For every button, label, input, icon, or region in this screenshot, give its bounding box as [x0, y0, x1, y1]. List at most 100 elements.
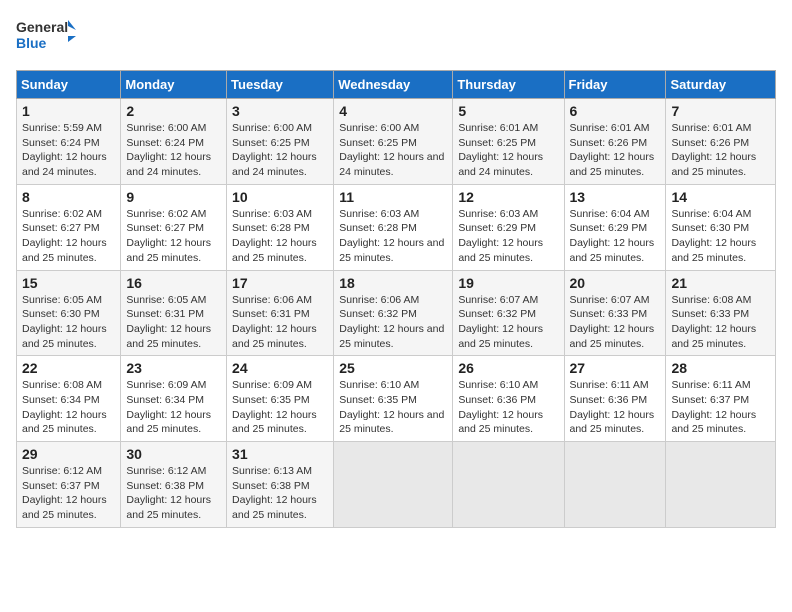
- day-number: 7: [671, 103, 770, 119]
- weekday-header: Wednesday: [334, 71, 453, 99]
- logo-svg: General Blue: [16, 16, 76, 58]
- calendar-cell: 5 Sunrise: 6:01 AMSunset: 6:25 PMDaylight…: [453, 99, 564, 185]
- weekday-header: Tuesday: [227, 71, 334, 99]
- day-number: 1: [22, 103, 115, 119]
- calendar-cell: 27Sunrise: 6:11 AMSunset: 6:36 PMDayligh…: [564, 356, 666, 442]
- calendar-cell: 18Sunrise: 6:06 AMSunset: 6:32 PMDayligh…: [334, 270, 453, 356]
- weekday-header: Saturday: [666, 71, 776, 99]
- day-number: 15: [22, 275, 115, 291]
- day-number: 28: [671, 360, 770, 376]
- day-info: Sunrise: 6:12 AMSunset: 6:37 PMDaylight:…: [22, 464, 115, 523]
- day-number: 22: [22, 360, 115, 376]
- page-header: General Blue: [16, 16, 776, 58]
- day-info: Sunrise: 6:03 AMSunset: 6:29 PMDaylight:…: [458, 207, 558, 266]
- day-number: 11: [339, 189, 447, 205]
- calendar-cell: 31 Sunrise: 6:13 AMSunset: 6:38 PMDayligh…: [227, 442, 334, 528]
- calendar-cell: 9 Sunrise: 6:02 AMSunset: 6:27 PMDaylight…: [121, 184, 227, 270]
- day-info: Sunrise: 6:00 AMSunset: 6:25 PMDaylight:…: [339, 121, 447, 180]
- day-info: Sunrise: 6:09 AMSunset: 6:35 PMDaylight:…: [232, 378, 328, 437]
- day-info: Sunrise: 6:07 AMSunset: 6:33 PMDaylight:…: [570, 293, 661, 352]
- day-info: Sunrise: 6:00 AMSunset: 6:25 PMDaylight:…: [232, 121, 328, 180]
- calendar-week-row: 1Sunrise: 5:59 AMSunset: 6:24 PMDaylight…: [17, 99, 776, 185]
- day-number: 17: [232, 275, 328, 291]
- calendar-cell: 3 Sunrise: 6:00 AMSunset: 6:25 PMDaylight…: [227, 99, 334, 185]
- weekday-header: Sunday: [17, 71, 121, 99]
- calendar-cell: [666, 442, 776, 528]
- calendar-cell: 15Sunrise: 6:05 AMSunset: 6:30 PMDayligh…: [17, 270, 121, 356]
- calendar-cell: 13 Sunrise: 6:04 AMSunset: 6:29 PMDayligh…: [564, 184, 666, 270]
- calendar-cell: [564, 442, 666, 528]
- day-number: 30: [126, 446, 221, 462]
- calendar-cell: 10 Sunrise: 6:03 AMSunset: 6:28 PMDayligh…: [227, 184, 334, 270]
- day-info: Sunrise: 6:06 AMSunset: 6:31 PMDaylight:…: [232, 293, 328, 352]
- calendar-cell: 1Sunrise: 5:59 AMSunset: 6:24 PMDaylight…: [17, 99, 121, 185]
- day-number: 4: [339, 103, 447, 119]
- calendar-table: SundayMondayTuesdayWednesdayThursdayFrid…: [16, 70, 776, 528]
- day-number: 2: [126, 103, 221, 119]
- day-number: 24: [232, 360, 328, 376]
- day-number: 23: [126, 360, 221, 376]
- day-number: 25: [339, 360, 447, 376]
- calendar-cell: 21Sunrise: 6:08 AMSunset: 6:33 PMDayligh…: [666, 270, 776, 356]
- calendar-cell: 28 Sunrise: 6:11 AMSunset: 6:37 PMDayligh…: [666, 356, 776, 442]
- calendar-cell: 16 Sunrise: 6:05 AMSunset: 6:31 PMDayligh…: [121, 270, 227, 356]
- day-number: 13: [570, 189, 661, 205]
- logo: General Blue: [16, 16, 76, 58]
- day-info: Sunrise: 6:05 AMSunset: 6:31 PMDaylight:…: [126, 293, 221, 352]
- day-number: 20: [570, 275, 661, 291]
- day-number: 16: [126, 275, 221, 291]
- day-info: Sunrise: 6:06 AMSunset: 6:32 PMDaylight:…: [339, 293, 447, 352]
- calendar-cell: 7 Sunrise: 6:01 AMSunset: 6:26 PMDaylight…: [666, 99, 776, 185]
- day-info: Sunrise: 6:11 AMSunset: 6:37 PMDaylight:…: [671, 378, 770, 437]
- day-info: Sunrise: 6:12 AMSunset: 6:38 PMDaylight:…: [126, 464, 221, 523]
- day-info: Sunrise: 6:04 AMSunset: 6:30 PMDaylight:…: [671, 207, 770, 266]
- day-info: Sunrise: 6:01 AMSunset: 6:26 PMDaylight:…: [671, 121, 770, 180]
- day-number: 31: [232, 446, 328, 462]
- day-info: Sunrise: 6:00 AMSunset: 6:24 PMDaylight:…: [126, 121, 221, 180]
- calendar-cell: 30 Sunrise: 6:12 AMSunset: 6:38 PMDayligh…: [121, 442, 227, 528]
- day-info: Sunrise: 6:13 AMSunset: 6:38 PMDaylight:…: [232, 464, 328, 523]
- day-info: Sunrise: 6:04 AMSunset: 6:29 PMDaylight:…: [570, 207, 661, 266]
- day-number: 9: [126, 189, 221, 205]
- calendar-week-row: 22 Sunrise: 6:08 AMSunset: 6:34 PMDayligh…: [17, 356, 776, 442]
- day-info: Sunrise: 6:10 AMSunset: 6:36 PMDaylight:…: [458, 378, 558, 437]
- calendar-week-row: 29Sunrise: 6:12 AMSunset: 6:37 PMDayligh…: [17, 442, 776, 528]
- day-info: Sunrise: 6:08 AMSunset: 6:34 PMDaylight:…: [22, 378, 115, 437]
- calendar-cell: 29Sunrise: 6:12 AMSunset: 6:37 PMDayligh…: [17, 442, 121, 528]
- calendar-week-row: 15Sunrise: 6:05 AMSunset: 6:30 PMDayligh…: [17, 270, 776, 356]
- calendar-cell: 4 Sunrise: 6:00 AMSunset: 6:25 PMDaylight…: [334, 99, 453, 185]
- calendar-cell: 11Sunrise: 6:03 AMSunset: 6:28 PMDayligh…: [334, 184, 453, 270]
- calendar-week-row: 8Sunrise: 6:02 AMSunset: 6:27 PMDaylight…: [17, 184, 776, 270]
- day-number: 12: [458, 189, 558, 205]
- svg-text:General: General: [16, 19, 68, 35]
- day-info: Sunrise: 6:02 AMSunset: 6:27 PMDaylight:…: [126, 207, 221, 266]
- day-info: Sunrise: 6:02 AMSunset: 6:27 PMDaylight:…: [22, 207, 115, 266]
- calendar-cell: 24 Sunrise: 6:09 AMSunset: 6:35 PMDayligh…: [227, 356, 334, 442]
- calendar-cell: 2 Sunrise: 6:00 AMSunset: 6:24 PMDaylight…: [121, 99, 227, 185]
- day-number: 26: [458, 360, 558, 376]
- weekday-header: Thursday: [453, 71, 564, 99]
- weekday-header: Monday: [121, 71, 227, 99]
- day-number: 5: [458, 103, 558, 119]
- day-info: Sunrise: 6:01 AMSunset: 6:25 PMDaylight:…: [458, 121, 558, 180]
- day-info: Sunrise: 6:09 AMSunset: 6:34 PMDaylight:…: [126, 378, 221, 437]
- calendar-cell: 6Sunrise: 6:01 AMSunset: 6:26 PMDaylight…: [564, 99, 666, 185]
- day-number: 14: [671, 189, 770, 205]
- day-number: 10: [232, 189, 328, 205]
- day-number: 27: [570, 360, 661, 376]
- calendar-cell: 20 Sunrise: 6:07 AMSunset: 6:33 PMDayligh…: [564, 270, 666, 356]
- calendar-cell: 19 Sunrise: 6:07 AMSunset: 6:32 PMDayligh…: [453, 270, 564, 356]
- calendar-cell: [334, 442, 453, 528]
- calendar-cell: 14 Sunrise: 6:04 AMSunset: 6:30 PMDayligh…: [666, 184, 776, 270]
- weekday-header: Friday: [564, 71, 666, 99]
- day-number: 3: [232, 103, 328, 119]
- calendar-cell: 23 Sunrise: 6:09 AMSunset: 6:34 PMDayligh…: [121, 356, 227, 442]
- day-info: Sunrise: 6:07 AMSunset: 6:32 PMDaylight:…: [458, 293, 558, 352]
- svg-text:Blue: Blue: [16, 35, 47, 51]
- calendar-cell: 25Sunrise: 6:10 AMSunset: 6:35 PMDayligh…: [334, 356, 453, 442]
- calendar-cell: 12 Sunrise: 6:03 AMSunset: 6:29 PMDayligh…: [453, 184, 564, 270]
- calendar-header-row: SundayMondayTuesdayWednesdayThursdayFrid…: [17, 71, 776, 99]
- calendar-cell: 8Sunrise: 6:02 AMSunset: 6:27 PMDaylight…: [17, 184, 121, 270]
- day-info: Sunrise: 6:03 AMSunset: 6:28 PMDaylight:…: [232, 207, 328, 266]
- day-number: 19: [458, 275, 558, 291]
